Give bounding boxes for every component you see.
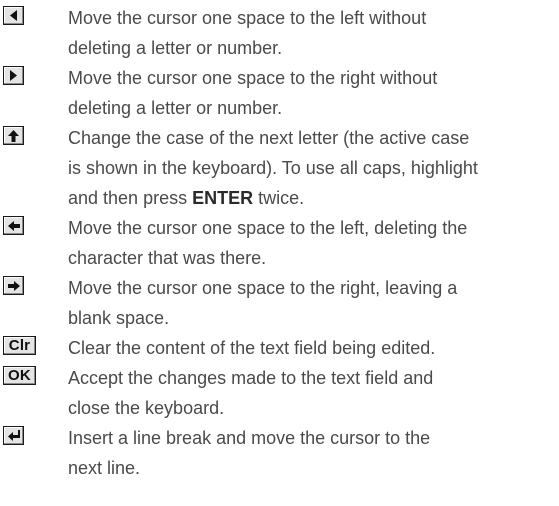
up-arrow-key — [3, 126, 24, 145]
key-description: Move the cursor one space to the left, d… — [68, 218, 468, 268]
key-description: Clear the content of the text field bein… — [68, 338, 436, 358]
return-key — [3, 426, 24, 445]
key-description: Move the cursor one space to the left wi… — [68, 8, 427, 58]
key-description: Accept the changes made to the text fiel… — [68, 368, 434, 418]
left-triangle-key — [3, 6, 24, 25]
left-arrow-key — [3, 216, 24, 235]
right-arrow-key — [3, 276, 24, 295]
left-triangle-icon — [10, 10, 17, 21]
return-arrow-icon — [7, 430, 20, 441]
ok-key-label: OK — [8, 367, 31, 384]
right-triangle-key — [3, 66, 24, 85]
clear-key-label: Clr — [8, 337, 31, 354]
key-description: Move the cursor one space to the right, … — [68, 278, 458, 328]
key-description: Move the cursor one space to the right w… — [68, 68, 438, 118]
right-arrow-icon — [7, 280, 20, 291]
key-description: Change the case of the next letter (the … — [68, 128, 478, 208]
right-triangle-icon — [10, 70, 17, 81]
enter-key-label: ENTER — [192, 188, 254, 208]
left-arrow-icon — [7, 220, 20, 231]
ok-key: OK — [3, 366, 36, 385]
clear-key: Clr — [3, 336, 36, 355]
up-arrow-icon — [8, 129, 19, 142]
key-description: Insert a line break and move the cursor … — [68, 428, 431, 478]
